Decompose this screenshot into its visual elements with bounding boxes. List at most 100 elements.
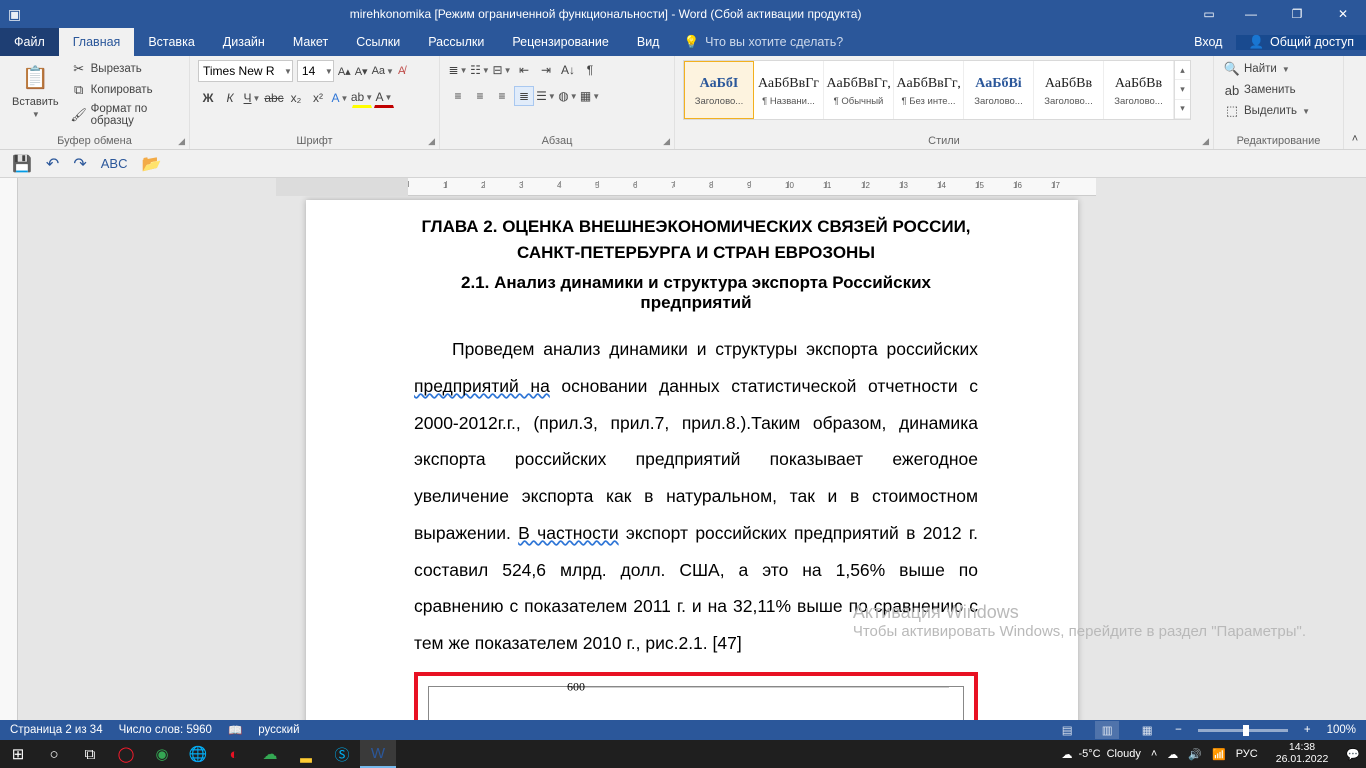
cut-button[interactable]: ✂Вырезать [69, 60, 181, 78]
italic-button[interactable]: К [220, 88, 240, 108]
minimize-button[interactable]: — [1228, 0, 1274, 28]
format-painter-button[interactable]: 🖌Формат по образцу [69, 102, 181, 128]
styles-scroll-up[interactable]: ▴ [1175, 61, 1190, 80]
highlight-button[interactable]: ab▼ [352, 88, 372, 108]
taskbar-app-explorer[interactable]: ▂ [288, 740, 324, 768]
align-right-button[interactable]: ≡ [492, 86, 512, 106]
bold-button[interactable]: Ж [198, 88, 218, 108]
styles-scroll-down[interactable]: ▾ [1175, 80, 1190, 99]
align-left-button[interactable]: ≡ [448, 86, 468, 106]
show-marks-button[interactable]: ¶ [580, 60, 600, 80]
replace-button[interactable]: abЗаменить [1222, 81, 1312, 99]
decrease-indent-button[interactable]: ⇤ [514, 60, 534, 80]
font-name-combo[interactable]: ▼ [198, 60, 293, 82]
taskbar-app-generic2[interactable]: ☁ [252, 740, 288, 768]
sort-button[interactable]: A↓ [558, 60, 578, 80]
clipboard-dialog-launcher[interactable]: ◢ [178, 136, 185, 147]
tab-mailings[interactable]: Рассылки [414, 28, 498, 56]
tab-home[interactable]: Главная [59, 28, 135, 56]
status-language[interactable]: русский [258, 724, 299, 736]
text-effects-button[interactable]: A▼ [330, 88, 350, 108]
grow-font-button[interactable]: A▴ [338, 65, 351, 78]
proofing-icon[interactable]: 📖 [228, 723, 242, 737]
document-area[interactable]: ГЛАВА 2. ОЦЕНКА ВНЕШНЕЭКОНОМИЧЕСКИХ СВЯЗ… [0, 196, 1366, 720]
read-mode-button[interactable]: ▤ [1055, 721, 1079, 739]
tab-design[interactable]: Дизайн [209, 28, 279, 56]
open-button[interactable]: 📂 [141, 154, 161, 174]
font-size-combo[interactable]: ▼ [297, 60, 334, 82]
taskbar-weather[interactable]: ☁ -5°C Cloudy [1051, 748, 1150, 761]
style-item[interactable]: АаБбВвГг¶ Названи... [754, 61, 824, 119]
superscript-button[interactable]: x² [308, 88, 328, 108]
share-button[interactable]: 👤Общий доступ [1236, 35, 1366, 50]
taskbar-app-opera[interactable]: ◯ [108, 740, 144, 768]
borders-button[interactable]: ▦▼ [580, 86, 600, 106]
style-item[interactable]: АаБбВвГг,¶ Без инте... [894, 61, 964, 119]
taskbar-app-chrome[interactable]: 🌐 [180, 740, 216, 768]
tab-layout[interactable]: Макет [279, 28, 342, 56]
shrink-font-button[interactable]: A▾ [355, 65, 368, 78]
zoom-out-button[interactable]: − [1175, 724, 1182, 736]
numbering-button[interactable]: ☷▼ [470, 60, 490, 80]
change-case-button[interactable]: Aa▼ [372, 65, 394, 77]
style-item[interactable]: АаБбВвЗаголово... [1034, 61, 1104, 119]
shading-button[interactable]: ◍▼ [558, 86, 578, 106]
undo-button[interactable]: ↶ [46, 154, 59, 174]
tray-wifi-icon[interactable]: 📶 [1212, 748, 1226, 761]
subscript-button[interactable]: x₂ [286, 88, 306, 108]
tab-view[interactable]: Вид [623, 28, 674, 56]
tray-notifications-icon[interactable]: 💬 [1346, 748, 1360, 761]
font-dialog-launcher[interactable]: ◢ [428, 136, 435, 147]
increase-indent-button[interactable]: ⇥ [536, 60, 556, 80]
select-button[interactable]: ⬚Выделить▼ [1222, 102, 1312, 120]
web-layout-button[interactable]: ▦ [1135, 721, 1159, 739]
vertical-ruler[interactable] [0, 196, 18, 720]
taskbar-app-edge[interactable]: ◉ [144, 740, 180, 768]
system-tray[interactable]: ˄ ☁ 🔊 📶 РУС 14:3826.01.2022 💬 [1151, 742, 1366, 765]
styles-gallery[interactable]: АаБбІЗаголово... АаБбВвГг¶ Названи... Аа… [683, 60, 1191, 120]
underline-button[interactable]: Ч▼ [242, 88, 262, 108]
tab-review[interactable]: Рецензирование [498, 28, 623, 56]
spelling-button[interactable]: ABC [101, 156, 128, 171]
styles-more-button[interactable]: ▾ [1175, 100, 1190, 119]
tray-onedrive-icon[interactable]: ☁ [1167, 748, 1178, 761]
align-center-button[interactable]: ≡ [470, 86, 490, 106]
strikethrough-button[interactable]: abc [264, 88, 284, 108]
style-item[interactable]: АаБбВіЗаголово... [964, 61, 1034, 119]
zoom-slider[interactable] [1198, 729, 1288, 732]
status-word-count[interactable]: Число слов: 5960 [119, 724, 212, 736]
zoom-level[interactable]: 100% [1327, 724, 1356, 736]
restore-button[interactable]: ❐ [1274, 0, 1320, 28]
clear-formatting-button[interactable]: A̸ [398, 65, 405, 77]
collapse-ribbon-button[interactable]: ˄ [1344, 56, 1366, 149]
style-item[interactable]: АаБбВвЗаголово... [1104, 61, 1174, 119]
style-item[interactable]: АаБбІЗаголово... [684, 61, 754, 119]
print-layout-button[interactable]: ▥ [1095, 721, 1119, 739]
horizontal-ruler[interactable]: 1234567891011121314151617 [276, 178, 1096, 196]
signin-button[interactable]: Вход [1180, 35, 1236, 49]
tab-references[interactable]: Ссылки [342, 28, 414, 56]
styles-dialog-launcher[interactable]: ◢ [1202, 136, 1209, 147]
style-item[interactable]: АаБбВвГг,¶ Обычный [824, 61, 894, 119]
tab-file[interactable]: Файл [0, 28, 59, 56]
ribbon-display-options[interactable]: ▭ [1190, 7, 1228, 21]
paragraph-dialog-launcher[interactable]: ◢ [663, 136, 670, 147]
cortana-button[interactable]: ○ [36, 740, 72, 768]
justify-button[interactable]: ≣ [514, 86, 534, 106]
taskbar-app-word[interactable]: W [360, 740, 396, 768]
paste-button[interactable]: 📋 Вставить ▼ [8, 60, 63, 121]
status-page[interactable]: Страница 2 из 34 [10, 724, 103, 736]
tray-chevron-icon[interactable]: ˄ [1151, 748, 1157, 760]
redo-button[interactable]: ↷ [73, 154, 86, 174]
tab-insert[interactable]: Вставка [134, 28, 208, 56]
close-button[interactable]: ✕ [1320, 0, 1366, 28]
taskbar-app-skype[interactable]: Ⓢ [324, 740, 360, 768]
tray-language[interactable]: РУС [1236, 748, 1258, 760]
multilevel-list-button[interactable]: ⊟▼ [492, 60, 512, 80]
tray-volume-icon[interactable]: 🔊 [1188, 748, 1202, 761]
font-color-button[interactable]: A▼ [374, 88, 394, 108]
tell-me-search[interactable]: 💡Что вы хотите сделать? [673, 28, 853, 56]
task-view-button[interactable]: ⧉ [72, 740, 108, 768]
save-button[interactable]: 💾 [12, 154, 32, 174]
bullets-button[interactable]: ≣▼ [448, 60, 468, 80]
